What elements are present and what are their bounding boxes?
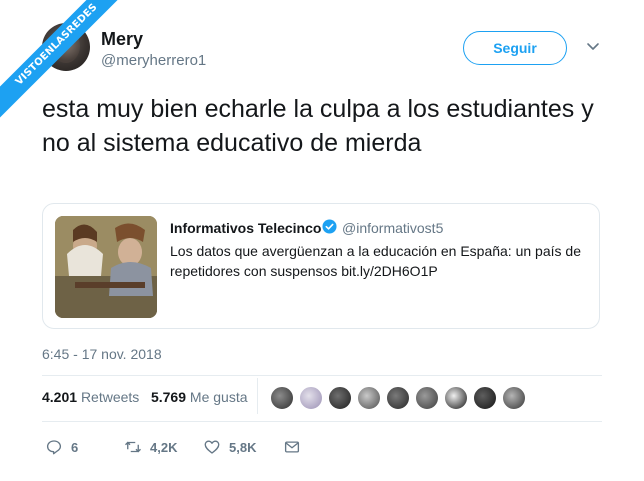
liker-avatar[interactable]	[444, 386, 468, 410]
liker-avatar[interactable]	[328, 386, 352, 410]
quoted-tweet[interactable]: Informativos Telecinco @informativost5 L…	[42, 203, 600, 329]
divider	[42, 421, 602, 422]
tweet-actions: 6 4,2K 5,8K	[42, 436, 602, 458]
quoted-author-handle: @informativost5	[342, 220, 444, 236]
liker-avatar[interactable]	[473, 386, 497, 410]
tweet-timestamp[interactable]: 6:45 - 17 nov. 2018	[42, 346, 162, 362]
follow-button[interactable]: Seguir	[463, 31, 567, 65]
retweet-count: 4,2K	[150, 439, 178, 455]
liker-avatar[interactable]	[415, 386, 439, 410]
likes-count[interactable]: 5.769	[151, 389, 186, 405]
like-count: 5,8K	[229, 439, 257, 455]
retweet-icon	[125, 441, 141, 453]
divider	[42, 375, 602, 376]
tweet-card: VISTOENLASREDES Mery @meryherrero1 Segui…	[0, 0, 644, 481]
quoted-tweet-text: Los datos que avergüenzan a la educación…	[170, 243, 581, 279]
quoted-tweet-image	[55, 216, 157, 318]
retweet-button[interactable]: 4,2K	[124, 436, 177, 458]
message-button[interactable]	[283, 436, 301, 458]
like-icon	[204, 440, 220, 454]
author-handle[interactable]: @meryherrero1	[101, 52, 206, 69]
chevron-down-icon[interactable]	[585, 41, 601, 53]
reply-icon	[46, 440, 62, 455]
reply-count: 6	[71, 439, 79, 455]
engagement-stats: 4.201 Retweets 5.769 Me gusta	[42, 389, 248, 405]
verified-icon	[322, 219, 337, 234]
liker-avatar[interactable]	[270, 386, 294, 410]
retweets-label[interactable]: Retweets	[81, 389, 139, 405]
tweet-text: esta muy bien echarle la culpa a los est…	[42, 95, 594, 157]
author-name[interactable]: Mery	[101, 29, 143, 50]
liker-avatar[interactable]	[502, 386, 526, 410]
liker-avatar[interactable]	[357, 386, 381, 410]
quoted-author-name: Informativos Telecinco	[170, 220, 322, 236]
liker-avatar[interactable]	[386, 386, 410, 410]
stats-divider	[257, 378, 258, 414]
retweets-count[interactable]: 4.201	[42, 389, 77, 405]
like-button[interactable]: 5,8K	[203, 436, 256, 458]
reply-button[interactable]: 6	[45, 436, 78, 458]
message-icon	[284, 441, 300, 453]
likes-label[interactable]: Me gusta	[190, 389, 248, 405]
liker-avatar[interactable]	[299, 386, 323, 410]
